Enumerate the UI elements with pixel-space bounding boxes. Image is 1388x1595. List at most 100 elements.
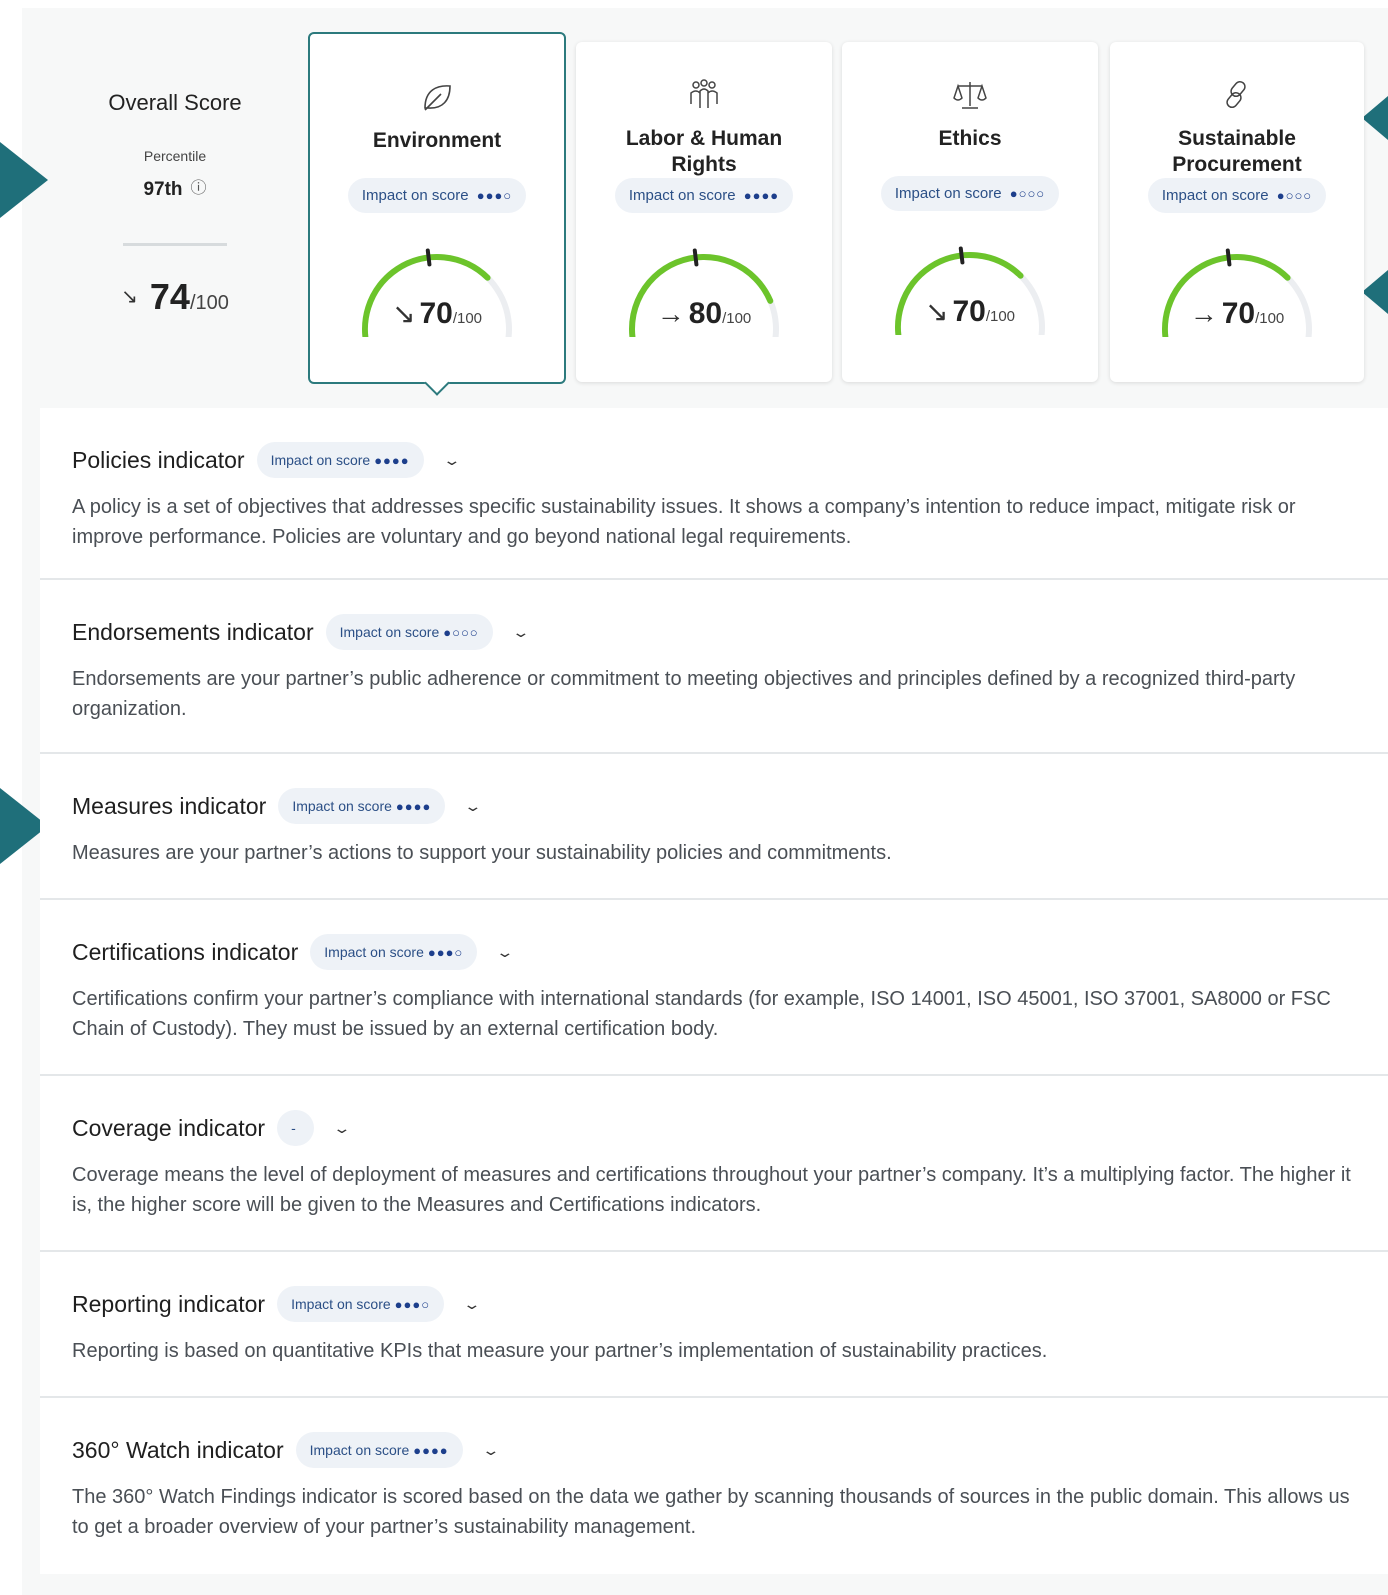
indicator-header: Coverage indicator - ⌄: [72, 1110, 1356, 1146]
gauge-score-denominator: /100: [722, 310, 752, 327]
score-gauge: ↘ 70/100: [337, 237, 537, 337]
indicator-description: Coverage means the level of deployment o…: [72, 1164, 1351, 1216]
indicator-description: Endorsements are your partner’s public a…: [72, 668, 1296, 720]
category-card-labor-human-rights[interactable]: Labor & Human Rights Impact on score ●●●…: [576, 42, 832, 382]
impact-label: Impact on score: [291, 1296, 391, 1312]
chevron-down-icon[interactable]: ⌄: [332, 1120, 351, 1137]
category-title: Labor & Human Rights: [625, 127, 783, 176]
impact-badge: Impact on score ●●●●: [614, 178, 794, 213]
indicator-description: Reporting is based on quantitative KPIs …: [72, 1340, 1048, 1362]
impact-badge: Impact on score ●○○○: [325, 614, 493, 650]
gauge-score-row: ↘ 70/100: [337, 297, 537, 331]
indicator-description: Certifications confirm your partner’s co…: [72, 988, 1331, 1040]
impact-dots: ●○○○: [1009, 186, 1046, 201]
impact-badge: Impact on score ●●●○: [310, 934, 478, 970]
impact-dots: ●○○○: [1276, 188, 1313, 203]
gauge-benchmark-tick: [958, 246, 965, 265]
indicator-description: The 360° Watch Findings indicator is sco…: [72, 1486, 1350, 1538]
chevron-down-icon[interactable]: ⌄: [511, 624, 530, 641]
indicator-name: 360° Watch indicator: [72, 1436, 284, 1463]
trend-down-icon: ↘: [121, 286, 138, 308]
gauge-score-denominator: /100: [452, 310, 483, 327]
gauge-score-row: → 70/100: [1137, 297, 1337, 331]
impact-label: Impact on score: [361, 187, 469, 204]
impact-dots: ●●●●: [413, 1443, 449, 1458]
people-icon: [690, 79, 718, 108]
category-card-environment[interactable]: Environment Impact on score ●●●○ ↘ 70/100: [308, 32, 566, 396]
impact-dots: ●●●○: [394, 1297, 431, 1312]
gauge-score-row: → 80/100: [604, 297, 804, 331]
indicator-endorsements[interactable]: Endorsements indicator Impact on score ●○…: [40, 580, 1388, 754]
score-gauge: → 80/100: [604, 237, 804, 337]
gauge-score-value: 70: [419, 297, 453, 330]
overall-score-denominator: /100: [189, 292, 229, 314]
annotation-arrow-right-gauge: [1362, 270, 1388, 314]
trend-icon: →: [1189, 298, 1218, 329]
indicator-name: Policies indicator: [72, 446, 245, 473]
score-gauge: ↘ 70/100: [870, 235, 1070, 335]
overall-score-panel: Overall Score Percentile 97th ⓘ ↘ 74/100: [80, 90, 270, 318]
indicator-header: Policies indicator Impact on score ●●●● ⌄: [72, 442, 1356, 478]
impact-dots: ●●●○: [476, 188, 513, 203]
impact-badge: Impact on score ●●●○: [277, 1286, 445, 1322]
gauge-score-denominator: /100: [1255, 310, 1285, 327]
gauge-benchmark-tick: [692, 248, 699, 267]
category-card-sustainable-procurement[interactable]: Sustainable Procurement Impact on score …: [1110, 42, 1364, 382]
impact-label: Impact on score: [324, 944, 424, 960]
gauge-score-value: 70: [1221, 297, 1256, 330]
indicator-name: Reporting indicator: [72, 1290, 266, 1317]
indicator-certifications[interactable]: Certifications indicator Impact on score…: [40, 900, 1388, 1076]
category-title: Environment: [372, 129, 502, 152]
percentile-value-row: 97th ⓘ: [80, 174, 270, 201]
trend-icon: ↘: [391, 298, 416, 329]
chevron-down-icon[interactable]: ⌄: [496, 944, 515, 961]
indicator-header: 360° Watch indicator Impact on score ●●●●…: [72, 1432, 1356, 1468]
category-card-ethics[interactable]: Ethics Impact on score ●○○○ ↘ 70/100: [842, 42, 1098, 382]
indicator-header: Reporting indicator Impact on score ●●●○ …: [72, 1286, 1356, 1322]
trend-icon: ↘: [924, 296, 949, 327]
gauge-benchmark-tick: [1225, 248, 1232, 267]
gauge-benchmark-tick: [425, 248, 432, 267]
impact-badge: Impact on score ●●●●: [295, 1432, 463, 1468]
annotation-arrow-left-overall: [0, 142, 48, 218]
indicator-header: Certifications indicator Impact on score…: [72, 934, 1356, 970]
impact-dots: ●●●●: [743, 188, 780, 203]
impact-label: Impact on score: [339, 624, 440, 640]
score-gauge: → 70/100: [1137, 237, 1337, 337]
indicator-policies[interactable]: Policies indicator Impact on score ●●●● ⌄…: [40, 408, 1388, 580]
overall-score-value-row: ↘ 74/100: [80, 276, 270, 318]
chevron-down-icon[interactable]: ⌄: [442, 452, 461, 469]
gauge-score-value: 80: [688, 297, 723, 330]
indicator-name: Certifications indicator: [72, 938, 299, 965]
divider: [123, 243, 227, 246]
overall-score-title: Overall Score: [108, 90, 242, 115]
leaf-icon: [424, 85, 451, 111]
percentile-value: 97th: [143, 179, 183, 200]
chevron-down-icon[interactable]: ⌄: [463, 1296, 482, 1313]
indicator-name: Measures indicator: [72, 792, 267, 819]
impact-badge: -: [277, 1110, 314, 1146]
info-icon[interactable]: ⓘ: [191, 174, 207, 198]
impact-badge: Impact on score ●○○○: [880, 176, 1060, 211]
impact-label: Impact on score: [292, 798, 392, 814]
indicator-name: Endorsements indicator: [72, 618, 314, 645]
indicator-reporting[interactable]: Reporting indicator Impact on score ●●●○ …: [40, 1252, 1388, 1398]
indicator-name: Coverage indicator: [72, 1114, 266, 1141]
gauge-score-row: ↘ 70/100: [870, 295, 1070, 329]
impact-label: Impact on score: [1161, 187, 1269, 204]
indicator-description: A policy is a set of objectives that add…: [72, 496, 1296, 548]
chain-link-icon: [1226, 80, 1246, 109]
impact-label: -: [291, 1120, 296, 1136]
chevron-down-icon[interactable]: ⌄: [464, 798, 483, 815]
percentile-label: Percentile: [143, 148, 207, 164]
impact-badge: Impact on score ●●●●: [278, 788, 446, 824]
indicator-header: Endorsements indicator Impact on score ●○…: [72, 614, 1356, 650]
indicator-measures[interactable]: Measures indicator Impact on score ●●●● ⌄…: [40, 754, 1388, 900]
indicator-360-watch[interactable]: 360° Watch indicator Impact on score ●●●●…: [40, 1398, 1388, 1574]
indicator-coverage[interactable]: Coverage indicator - ⌄ Coverage means th…: [40, 1076, 1388, 1252]
impact-dots: ●○○○: [443, 625, 479, 640]
indicator-list: Policies indicator Impact on score ●●●● ⌄…: [40, 408, 1388, 1574]
impact-label: Impact on score: [309, 1442, 410, 1458]
impact-dots: ●●●○: [427, 945, 464, 960]
chevron-down-icon[interactable]: ⌄: [481, 1442, 500, 1459]
